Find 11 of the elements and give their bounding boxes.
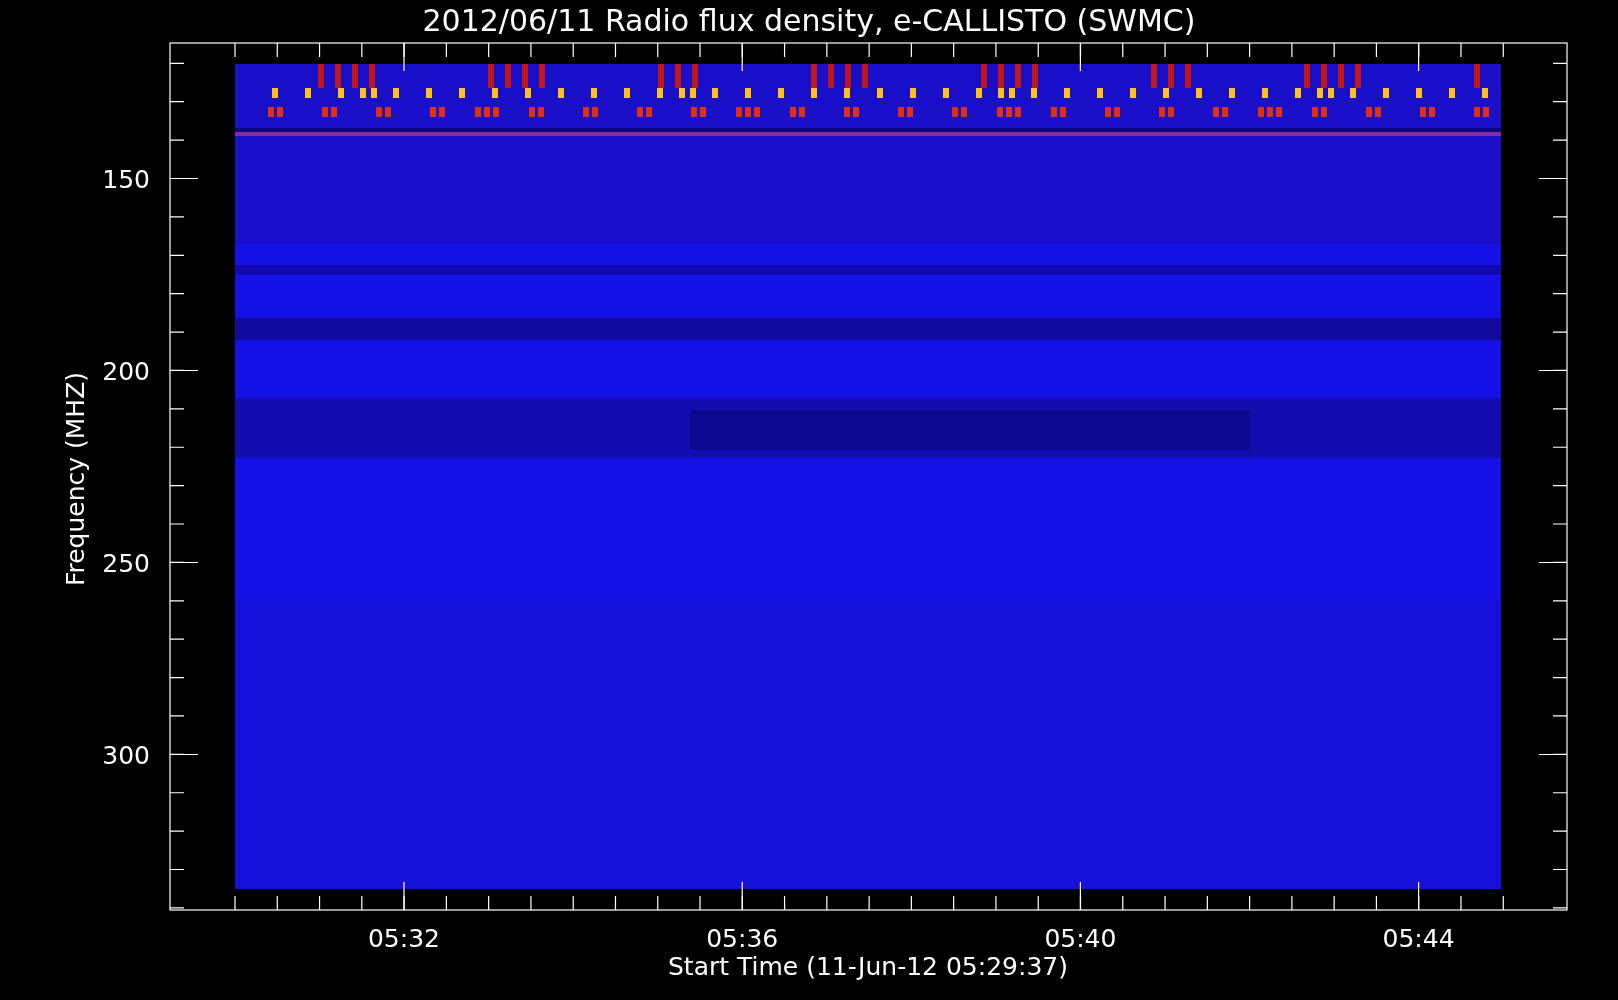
axis-tick-label: 05:44 <box>1382 924 1455 953</box>
axis-tick-label: 300 <box>102 740 150 770</box>
axis-tick-label: 05:32 <box>368 924 440 953</box>
axis-tick-label: 05:36 <box>706 924 779 953</box>
x-axis-label: Start Time (11-Jun-12 05:29:37) <box>668 952 1068 981</box>
axis-tick-label: 05:40 <box>1044 924 1117 953</box>
y-axis-label: Frequency (MHZ) <box>61 371 90 587</box>
chart-title: 2012/06/11 Radio flux density, e-CALLISTO (SWMC) <box>422 3 1196 38</box>
axis-tick-label: 150 <box>102 164 150 194</box>
axis-tick-label: 200 <box>102 356 150 386</box>
axis-tick-label: 250 <box>102 548 150 578</box>
